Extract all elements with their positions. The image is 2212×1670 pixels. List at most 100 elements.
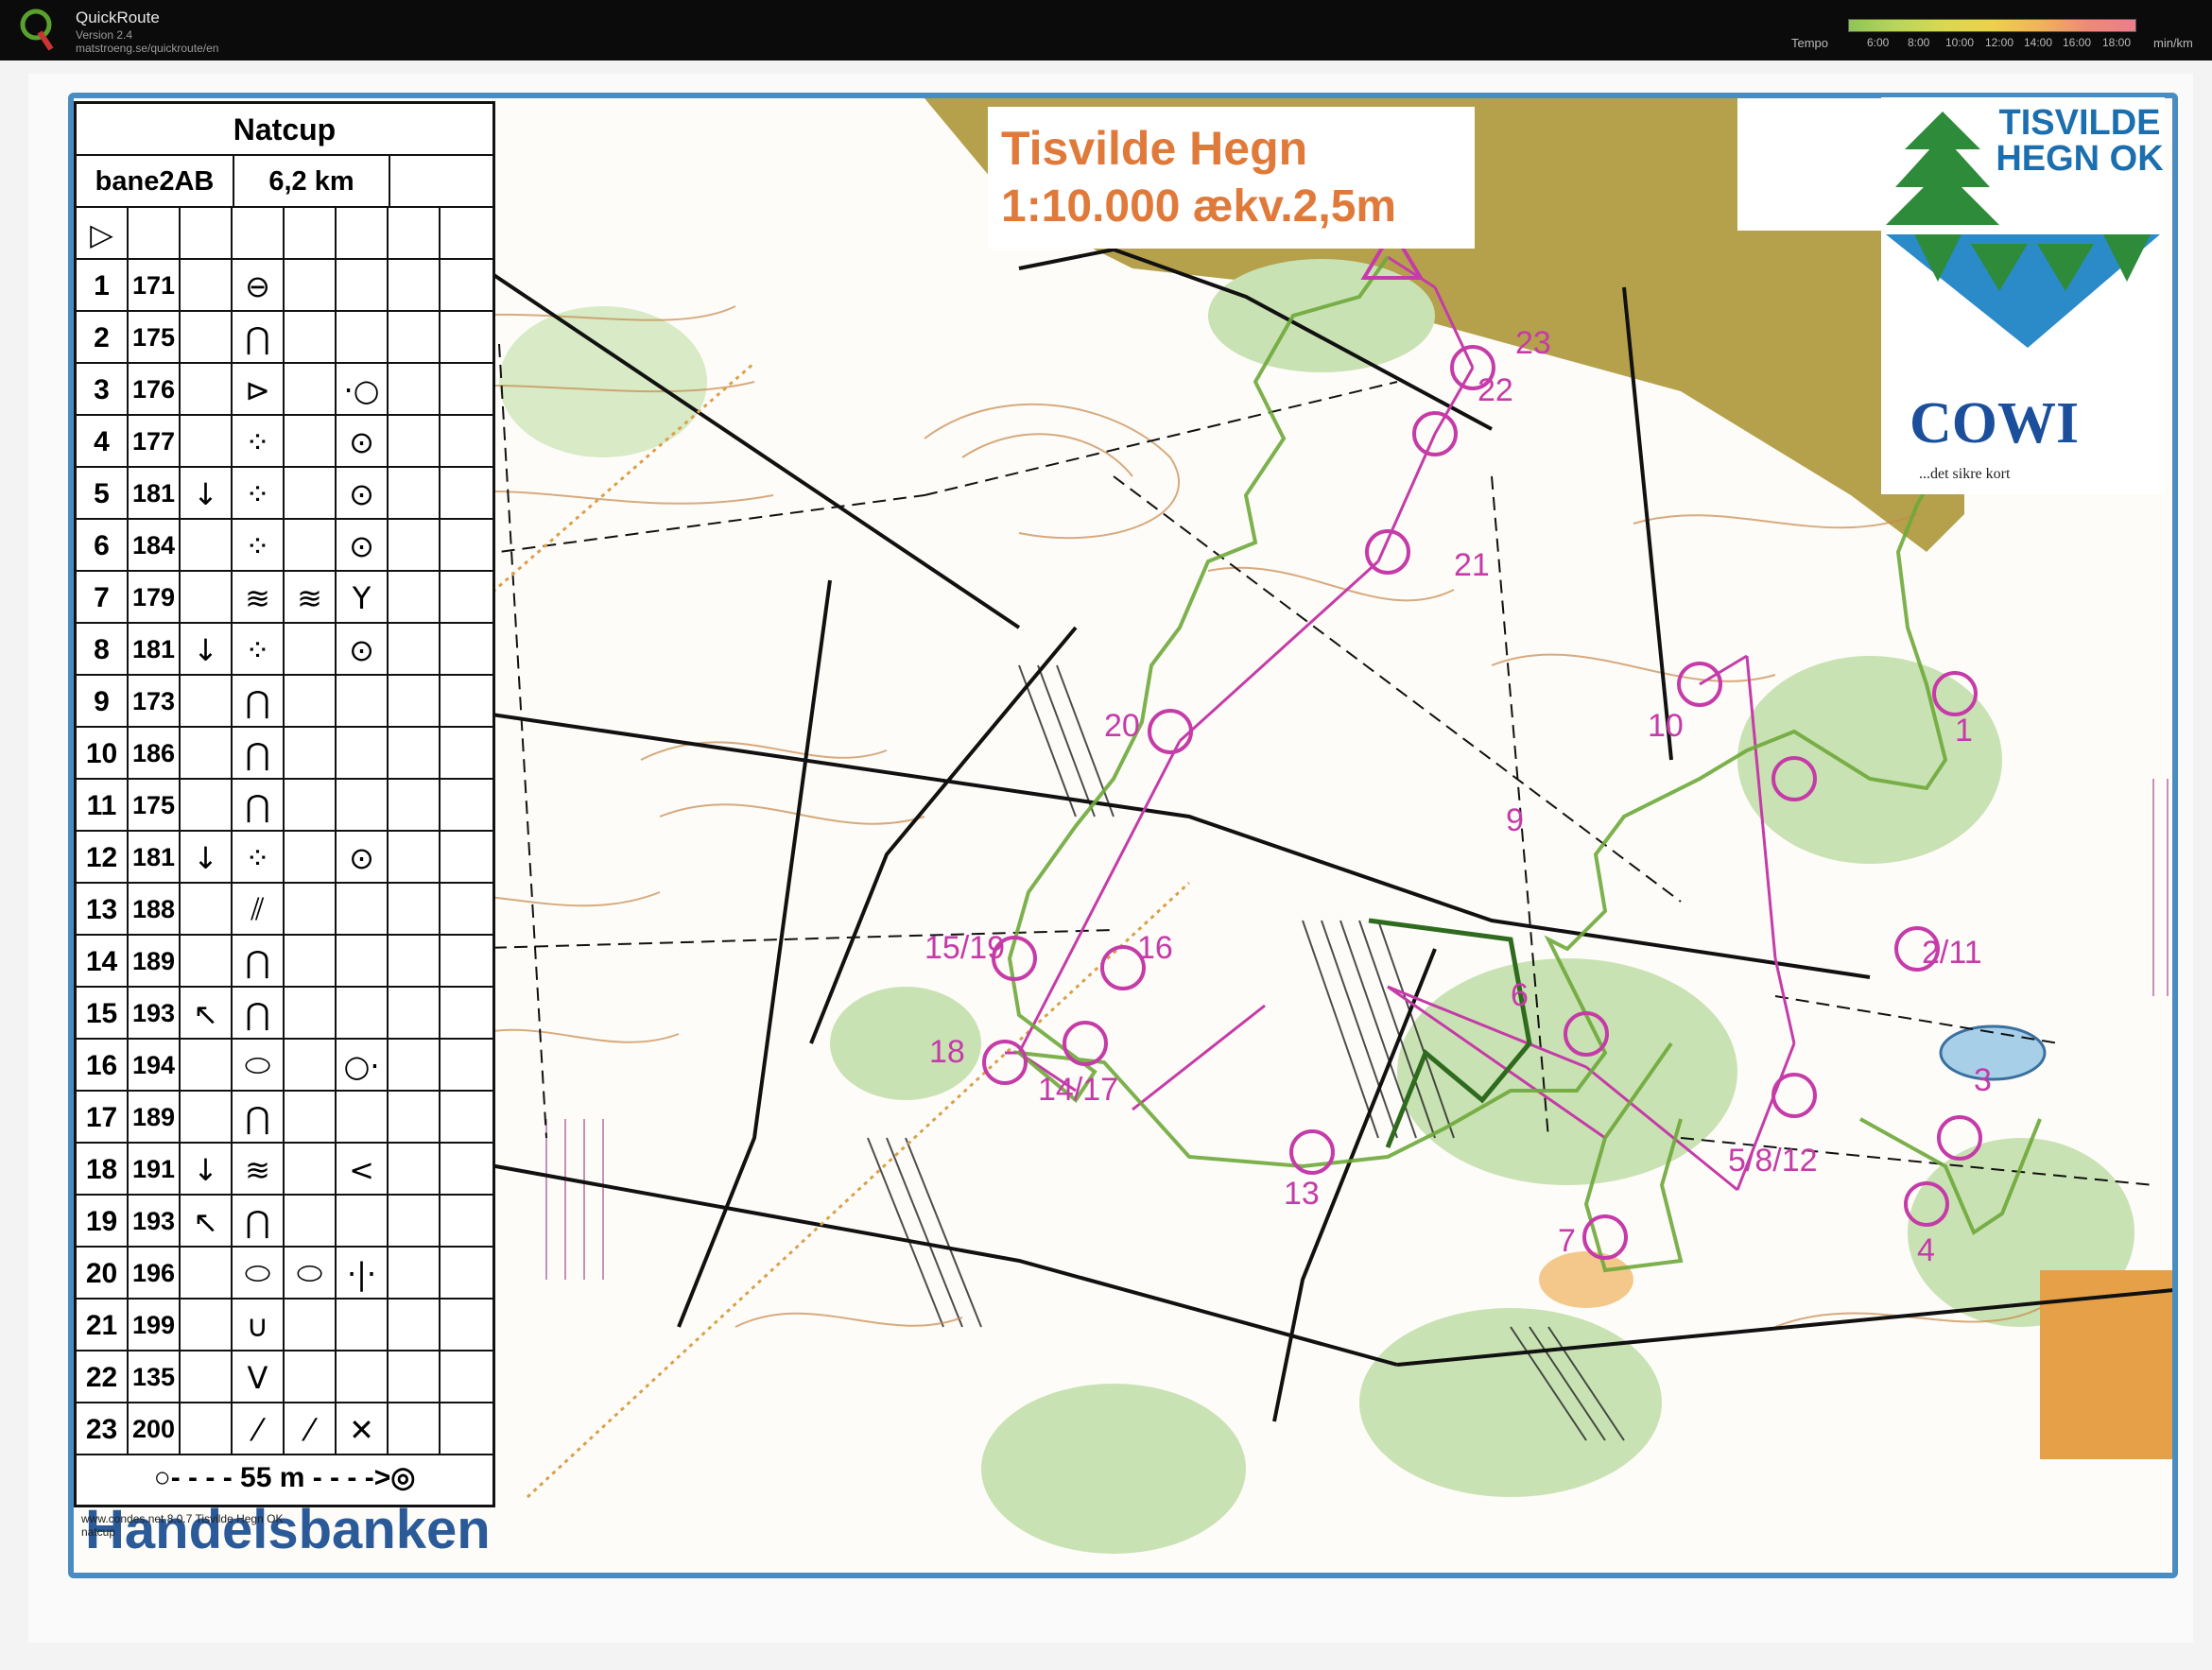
club-logo-box: TISVILDE HEGN OK COWI ...det sikre kort — [1881, 97, 2165, 494]
control-label: 10 — [1648, 708, 1684, 744]
control-cell-e — [285, 1351, 337, 1403]
control-cell-c — [181, 780, 233, 832]
control-cell-n: 17 — [77, 1092, 129, 1144]
control-label: 15/19 — [925, 930, 1006, 966]
finish-row: ○- - - - 55 m - - - ->◎ — [77, 1450, 493, 1505]
control-cell-c — [181, 1092, 233, 1144]
control-cell-d: ⫽ — [233, 884, 285, 936]
control-cell-c: ↓ — [181, 1144, 233, 1196]
control-cell-f: ⊙ — [337, 624, 389, 676]
app-name: QuickRoute — [76, 9, 160, 26]
control-cell-c — [181, 1248, 233, 1300]
control-cell-g — [389, 832, 441, 884]
app-titlebar: QuickRoute Version 2.4 matstroeng.se/qui… — [0, 0, 2212, 60]
control-cell-n: 16 — [77, 1040, 129, 1092]
control-cell-f: ⋅|⋅ — [337, 1248, 389, 1300]
control-row: 16 194 ⬭ ○· — [77, 1040, 493, 1092]
control-row: 23 200 ⁄ ⁄ ✕ — [77, 1403, 493, 1455]
control-cell-f: ○· — [337, 1040, 389, 1092]
control-cell-n: 13 — [77, 884, 129, 936]
cowi-tagline: ...det sikre kort — [1919, 466, 2011, 482]
control-cell-c — [181, 936, 233, 988]
start-triangle-icon: ▷ — [77, 208, 129, 260]
control-cell-e — [285, 1196, 337, 1248]
control-label: 3 — [1974, 1062, 1992, 1098]
control-cell-e — [285, 1040, 337, 1092]
control-cell-e: ⁄ — [285, 1403, 337, 1455]
control-cell-code: 189 — [129, 936, 181, 988]
control-cell-f: ✕ — [337, 1403, 389, 1455]
control-cell-d: ⁘ — [233, 416, 285, 468]
control-cell-e — [285, 884, 337, 936]
app-url[interactable]: matstroeng.se/quickroute/en — [76, 42, 218, 55]
control-cell-g — [389, 520, 441, 572]
control-row: 3 176 ⊳ ·○ — [77, 364, 493, 416]
control-label: 20 — [1104, 708, 1140, 744]
control-cell-f — [337, 1300, 389, 1351]
control-cell-d: ⋂ — [233, 676, 285, 728]
control-cell-g — [389, 1092, 441, 1144]
tempo-tick: 18:00 — [2102, 36, 2132, 49]
control-label: 23 — [1515, 325, 1551, 361]
control-cell-n: 10 — [77, 728, 129, 780]
control-cell-c — [181, 572, 233, 624]
control-cell-n: 18 — [77, 1144, 129, 1196]
control-cell-code: 194 — [129, 1040, 181, 1092]
credit-line2: natcup — [81, 1525, 116, 1539]
control-cell-d: ⋂ — [233, 780, 285, 832]
control-row: 21 199 ∪ — [77, 1300, 493, 1351]
control-cell-f: ·○ — [337, 364, 389, 416]
control-label: 14/17 — [1038, 1072, 1119, 1108]
control-cell-f — [337, 260, 389, 312]
control-cell-f — [337, 676, 389, 728]
control-cell-code: 193 — [129, 988, 181, 1040]
control-cell-d: ≋ — [233, 1144, 285, 1196]
control-cell-code: 173 — [129, 676, 181, 728]
club-name: TISVILDE HEGN OK — [1995, 105, 2165, 177]
control-cell-c: ↓ — [181, 468, 233, 520]
control-cell-g — [389, 572, 441, 624]
control-cell-e — [285, 520, 337, 572]
start-row: ▷ — [77, 208, 493, 260]
control-label: 13 — [1284, 1176, 1320, 1212]
control-label: 5/8/12 — [1728, 1143, 1818, 1179]
control-cell-e — [285, 312, 337, 364]
control-cell-code: 193 — [129, 1196, 181, 1248]
control-cell-code: 184 — [129, 520, 181, 572]
control-cell-c — [181, 676, 233, 728]
control-cell-d: ⋂ — [233, 1092, 285, 1144]
control-cell-code: 199 — [129, 1300, 181, 1351]
tempo-color-scale — [1848, 19, 2136, 32]
control-cell-n: 22 — [77, 1351, 129, 1403]
control-cell-g — [389, 1144, 441, 1196]
control-cell-g — [389, 364, 441, 416]
control-cell-n: 23 — [77, 1403, 129, 1455]
quickroute-logo — [20, 9, 54, 51]
control-cell-g — [389, 728, 441, 780]
control-row: 11 175 ⋂ — [77, 780, 493, 832]
control-cell-g — [389, 884, 441, 936]
control-cell-c — [181, 312, 233, 364]
control-cell-c — [181, 728, 233, 780]
control-cell-e — [285, 624, 337, 676]
control-cell-n: 12 — [77, 832, 129, 884]
control-cell-n: 11 — [77, 780, 129, 832]
control-row: 1 171 ⊖ — [77, 260, 493, 312]
control-cell-f: Y — [337, 572, 389, 624]
control-cell-n: 21 — [77, 1300, 129, 1351]
control-cell-f — [337, 884, 389, 936]
control-row: 15 193 ↖ ⋂ — [77, 988, 493, 1040]
tempo-tick: 12:00 — [1985, 36, 2014, 49]
control-cell-g — [389, 1300, 441, 1351]
control-cell-n: 4 — [77, 416, 129, 468]
map-scale: 1:10.000 ækv.2,5m — [1001, 181, 1397, 232]
control-row: 10 186 ⋂ — [77, 728, 493, 780]
control-cell-e — [285, 1092, 337, 1144]
tempo-tick: 16:00 — [2063, 36, 2092, 49]
control-cell-e — [285, 468, 337, 520]
control-cell-code: 189 — [129, 1092, 181, 1144]
control-cell-g — [389, 1403, 441, 1455]
control-row: 14 189 ⋂ — [77, 936, 493, 988]
control-cell-code: 181 — [129, 468, 181, 520]
control-cell-c — [181, 1403, 233, 1455]
